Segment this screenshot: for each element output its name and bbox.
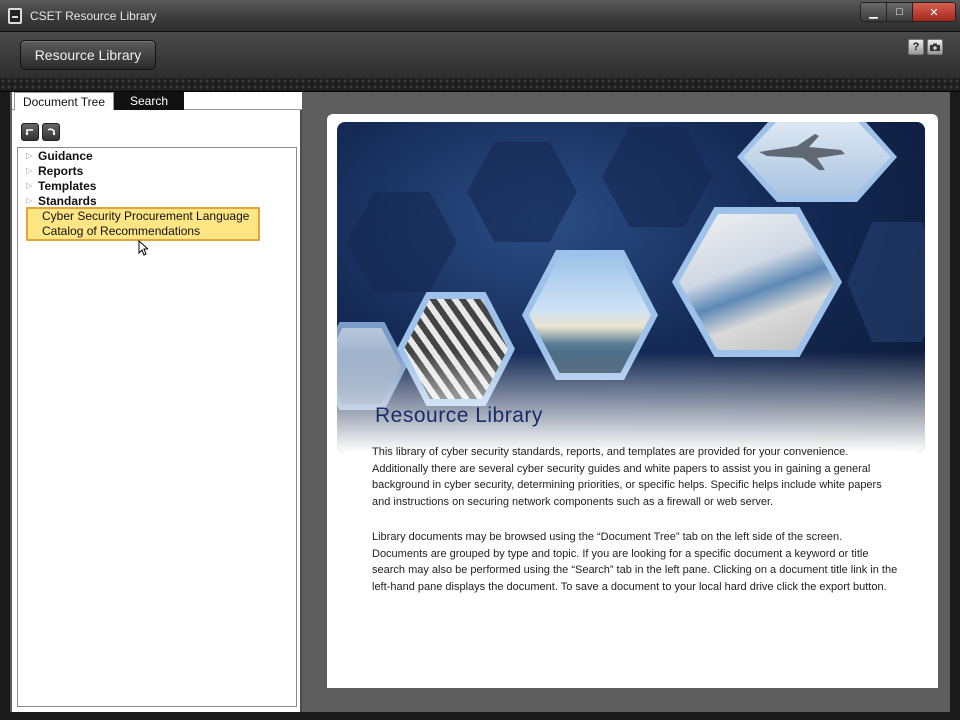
- tree-item-reports[interactable]: ▷ Reports: [26, 163, 83, 178]
- content-pane: Resource Library This library of cyber s…: [327, 114, 938, 688]
- tree-expand-icon[interactable]: ▷: [26, 181, 38, 190]
- document-tree: ▷ Guidance ▷ Reports ▷ Templates ▷ Stand…: [17, 147, 297, 707]
- mouse-pointer-icon: [138, 240, 148, 256]
- tree-item-catalog-recommendations[interactable]: Catalog of Recommendations: [42, 224, 200, 238]
- maximize-button[interactable]: □: [887, 3, 913, 21]
- hex-tile: [602, 127, 712, 227]
- tree-item-templates[interactable]: ▷ Templates: [26, 178, 96, 193]
- tree-expand-icon[interactable]: ▷: [26, 196, 38, 205]
- minimize-button[interactable]: ▁: [861, 3, 887, 21]
- app-header: Resource Library ?: [0, 32, 960, 78]
- tab-search[interactable]: Search: [114, 92, 184, 110]
- fighter-jet-icon: [759, 134, 845, 170]
- tree-item-label: Standards: [38, 193, 97, 208]
- tree-expand-icon[interactable]: ▷: [26, 166, 38, 175]
- left-pane: Document Tree Search ▷ Guidance ▷ Report…: [12, 92, 302, 712]
- banner-image: [337, 122, 925, 452]
- tree-item-standards[interactable]: ▷ Standards: [26, 193, 97, 208]
- window-title: CSET Resource Library: [30, 9, 157, 23]
- tree-item-procurement-language[interactable]: Cyber Security Procurement Language: [42, 209, 249, 223]
- content-description: This library of cyber security standards…: [372, 444, 900, 614]
- window-controls: ▁ □ ✕: [860, 2, 956, 22]
- hex-tile: [847, 222, 925, 342]
- content-title: Resource Library: [375, 404, 543, 427]
- help-button[interactable]: ?: [908, 39, 924, 55]
- tree-item-label: Guidance: [38, 148, 93, 163]
- close-button[interactable]: ✕: [913, 3, 955, 21]
- tree-item-label: Templates: [38, 178, 97, 193]
- hex-tile: [467, 142, 577, 242]
- tab-bar: Document Tree Search: [12, 92, 302, 110]
- camera-icon[interactable]: [927, 39, 943, 55]
- app-icon: [8, 8, 22, 24]
- decorative-pattern-strip: [0, 78, 960, 92]
- expand-icon[interactable]: [42, 123, 60, 141]
- window-titlebar: CSET Resource Library ▁ □ ✕: [0, 0, 960, 32]
- resource-library-button[interactable]: Resource Library: [20, 40, 156, 70]
- paragraph-usage: Library documents may be browsed using t…: [372, 530, 898, 593]
- tree-item-guidance[interactable]: ▷ Guidance: [26, 148, 93, 163]
- paragraph-intro: This library of cyber security standards…: [372, 446, 882, 509]
- tree-item-label: Reports: [38, 163, 84, 178]
- collapse-icon[interactable]: [21, 123, 39, 141]
- highlight-callout: Cyber Security Procurement Language Cata…: [26, 207, 260, 241]
- hex-tile: [347, 192, 457, 292]
- tree-expand-icon[interactable]: ▷: [26, 151, 38, 160]
- tab-document-tree[interactable]: Document Tree: [14, 92, 114, 110]
